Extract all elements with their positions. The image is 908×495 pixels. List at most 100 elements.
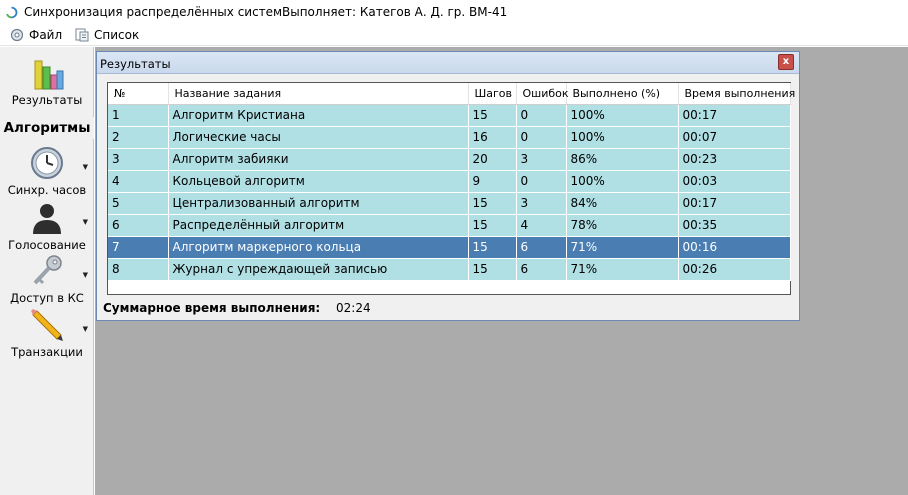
cell-task-name: Централизованный алгоритм	[168, 192, 469, 215]
sidebar-item-results[interactable]: Результаты	[0, 55, 94, 107]
sidebar-item-critical-section[interactable]: ▼ Доступ в КС	[0, 253, 94, 305]
cell-task-name: Распределённый алгоритм	[168, 214, 469, 237]
cell-steps: 20	[468, 148, 517, 171]
cell-errors: 6	[516, 258, 567, 281]
sidebar-item-voting[interactable]: ▼ Голосование	[0, 200, 94, 252]
cell-errors: 4	[516, 214, 567, 237]
table-row[interactable]: 5 Централизованный алгоритм 15 3 84% 00:…	[108, 192, 791, 215]
sidebar-item-voting-label: Голосование	[8, 238, 86, 252]
sidebar-item-critical-section-label: Доступ в КС	[10, 291, 84, 305]
key-icon	[33, 255, 62, 285]
table-row[interactable]: 4 Кольцевой алгоритм 9 0 100% 00:03	[108, 170, 791, 193]
cell-errors: 3	[516, 148, 567, 171]
sidebar-item-results-label: Результаты	[11, 93, 83, 107]
cell-task-name: Логические часы	[168, 126, 469, 149]
column-header-steps[interactable]: Шагов	[468, 83, 517, 105]
column-header-time[interactable]: Время выполнения	[678, 83, 795, 105]
cell-completed: 100%	[566, 126, 679, 149]
column-header-errors[interactable]: Ошибок	[516, 83, 569, 105]
table-row[interactable]: 6 Распределённый алгоритм 15 4 78% 00:35	[108, 214, 791, 237]
chevron-down-icon: ▼	[82, 163, 88, 171]
cell-task-name: Журнал с упреждающей записью	[168, 258, 469, 281]
cell-number: 8	[108, 258, 169, 281]
chevron-down-icon: ▼	[82, 218, 88, 226]
cell-completed: 71%	[566, 258, 679, 281]
cell-number: 6	[108, 214, 169, 237]
cell-steps: 15	[468, 192, 517, 215]
results-window-title: Результаты	[100, 57, 171, 71]
cell-number: 1	[108, 104, 169, 127]
sidebar-item-transactions-label: Транзакции	[11, 345, 83, 359]
column-header-number[interactable]: №	[108, 83, 169, 105]
chevron-down-icon: ▼	[82, 325, 88, 333]
cell-time: 00:23	[678, 148, 791, 171]
cell-time: 00:17	[678, 104, 791, 127]
table-row[interactable]: 1 Алгоритм Кристиана 15 0 100% 00:17	[108, 104, 791, 127]
table-row[interactable]: 3 Алгоритм забияки 20 3 86% 00:23	[108, 148, 791, 171]
cell-time: 00:35	[678, 214, 791, 237]
table-row[interactable]: 2 Логические часы 16 0 100% 00:07	[108, 126, 791, 149]
list-document-icon	[75, 28, 89, 42]
menu-list[interactable]: Список	[74, 26, 139, 44]
cell-steps: 15	[468, 236, 517, 259]
cell-completed: 100%	[566, 170, 679, 193]
cell-number: 2	[108, 126, 169, 149]
cell-completed: 100%	[566, 104, 679, 127]
cell-errors: 0	[516, 104, 567, 127]
cell-task-name: Кольцевой алгоритм	[168, 170, 469, 193]
cell-task-name: Алгоритм забияки	[168, 148, 469, 171]
column-header-completed[interactable]: Выполнено (%)	[566, 83, 679, 105]
algorithms-section-title: Алгоритмы	[0, 117, 94, 139]
table-header-row: № Название задания Шагов Ошибок Выполнен…	[108, 83, 795, 105]
bar-chart-icon	[34, 60, 64, 90]
cell-task-name: Алгоритм Кристиана	[168, 104, 469, 127]
sync-app-icon	[6, 6, 18, 19]
cell-steps: 15	[468, 258, 517, 281]
cell-completed: 86%	[566, 148, 679, 171]
cell-number: 4	[108, 170, 169, 193]
table-row[interactable]: 8 Журнал с упреждающей записью 15 6 71% …	[108, 258, 791, 281]
author-info: Выполняет: Категов А. Д. гр. ВМ-41	[282, 5, 508, 19]
sidebar-item-clock-sync-label: Синхр. часов	[7, 183, 87, 197]
sidebar-item-transactions[interactable]: ▼ Транзакции	[0, 307, 94, 359]
column-header-task-name[interactable]: Название задания	[168, 83, 469, 105]
cell-time: 00:17	[678, 192, 791, 215]
cell-errors: 0	[516, 170, 567, 193]
person-icon	[33, 204, 61, 234]
clock-icon	[31, 147, 63, 179]
cell-completed: 71%	[566, 236, 679, 259]
cell-errors: 0	[516, 126, 567, 149]
results-window-titlebar[interactable]: Результаты x	[97, 52, 799, 74]
sidebar: Результаты Алгоритмы ▼ Синхр. часов ▼ Го…	[0, 47, 94, 495]
sidebar-item-clock-sync[interactable]: ▼ Синхр. часов	[0, 145, 94, 197]
results-table[interactable]: № Название задания Шагов Ошибок Выполнен…	[107, 82, 795, 295]
cell-number: 3	[108, 148, 169, 171]
window-title: Синхронизация распределённых систем.	[24, 5, 286, 19]
menu-bar: Файл Список	[0, 24, 908, 46]
menu-list-label: Список	[94, 28, 140, 42]
table-row-selected[interactable]: 7 Алгоритм маркерного кольца 15 6 71% 00…	[108, 236, 791, 259]
cell-steps: 15	[468, 104, 517, 127]
menu-file[interactable]: Файл	[9, 26, 62, 44]
cell-steps: 16	[468, 126, 517, 149]
chevron-down-icon: ▼	[82, 271, 88, 279]
pencil-icon	[31, 309, 63, 341]
cell-time: 00:16	[678, 236, 791, 259]
cell-task-name: Алгоритм маркерного кольца	[168, 236, 469, 259]
cell-number: 7	[108, 236, 169, 259]
results-window: Результаты x № Название задания Шагов Ош…	[96, 51, 800, 321]
title-bar: Синхронизация распределённых систем. Вып…	[0, 0, 908, 24]
menu-file-label: Файл	[29, 28, 63, 42]
gear-icon	[10, 28, 24, 42]
cell-errors: 3	[516, 192, 567, 215]
cell-time: 00:07	[678, 126, 791, 149]
cell-number: 5	[108, 192, 169, 215]
cell-steps: 15	[468, 214, 517, 237]
total-time-value: 02:24	[336, 301, 371, 315]
total-time-label: Суммарное время выполнения:	[103, 301, 321, 315]
cell-time: 00:03	[678, 170, 791, 193]
cell-errors: 6	[516, 236, 567, 259]
cell-time: 00:26	[678, 258, 791, 281]
cell-completed: 78%	[566, 214, 679, 237]
close-button[interactable]: x	[778, 54, 794, 70]
